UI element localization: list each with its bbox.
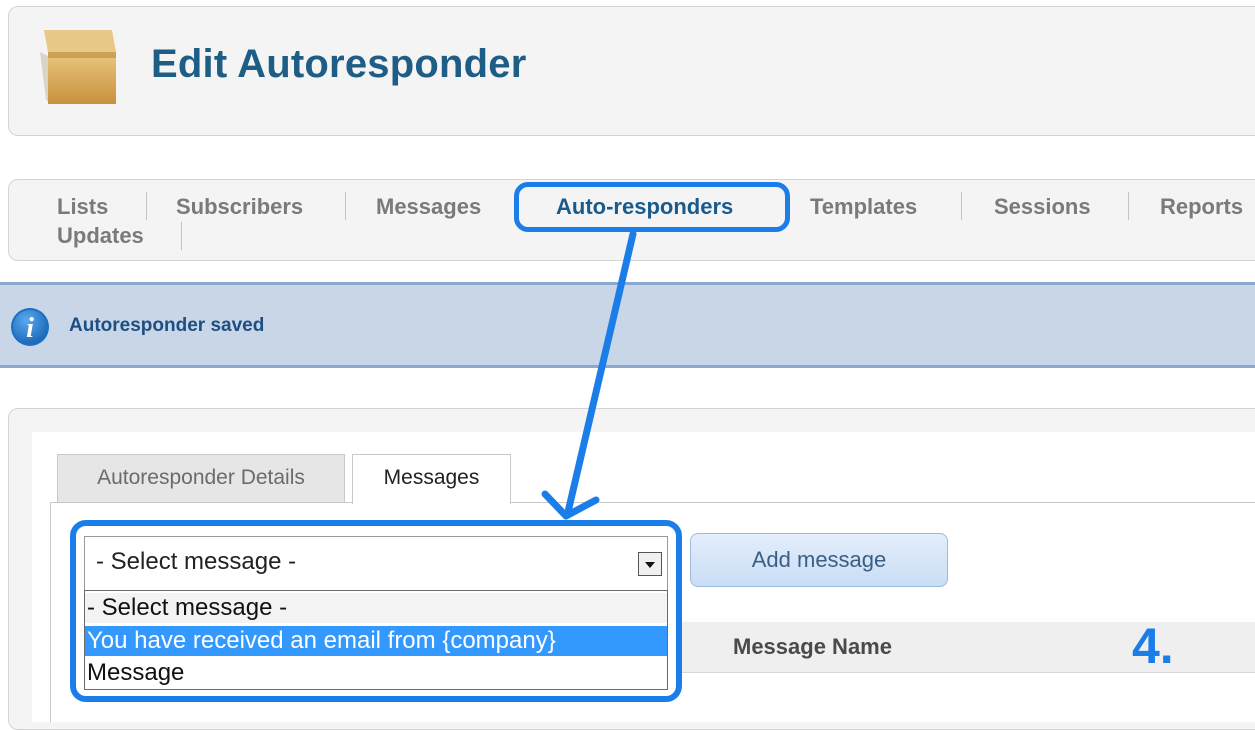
nav-separator bbox=[345, 192, 346, 220]
add-message-button[interactable]: Add message bbox=[690, 533, 948, 587]
nav-item-templates[interactable]: Templates bbox=[810, 194, 917, 220]
annotation-step-number: 4. bbox=[1132, 618, 1174, 674]
info-icon: i bbox=[10, 307, 50, 347]
info-message: Autoresponder saved bbox=[69, 315, 265, 336]
nav-separator bbox=[961, 192, 962, 220]
nav-item-updates[interactable]: Updates bbox=[57, 223, 144, 249]
column-header-message-name[interactable]: Message Name bbox=[733, 634, 892, 660]
nav-item-reports[interactable]: Reports bbox=[1160, 194, 1243, 220]
nav-separator bbox=[146, 192, 147, 220]
box-icon bbox=[34, 22, 118, 108]
page-title: Edit Autoresponder bbox=[151, 42, 527, 86]
svg-text:i: i bbox=[26, 313, 34, 344]
annotation-highlight-nav bbox=[514, 182, 790, 232]
nav-item-sessions[interactable]: Sessions bbox=[994, 194, 1091, 220]
tab-messages[interactable]: Messages bbox=[352, 454, 511, 504]
nav-item-lists[interactable]: Lists bbox=[57, 194, 108, 220]
nav-separator bbox=[1128, 192, 1129, 220]
nav-item-messages[interactable]: Messages bbox=[376, 194, 481, 220]
annotation-highlight-select bbox=[70, 520, 682, 702]
nav-separator bbox=[181, 222, 182, 250]
nav-item-subscribers[interactable]: Subscribers bbox=[176, 194, 303, 220]
tab-autoresponder-details[interactable]: Autoresponder Details bbox=[57, 454, 345, 502]
